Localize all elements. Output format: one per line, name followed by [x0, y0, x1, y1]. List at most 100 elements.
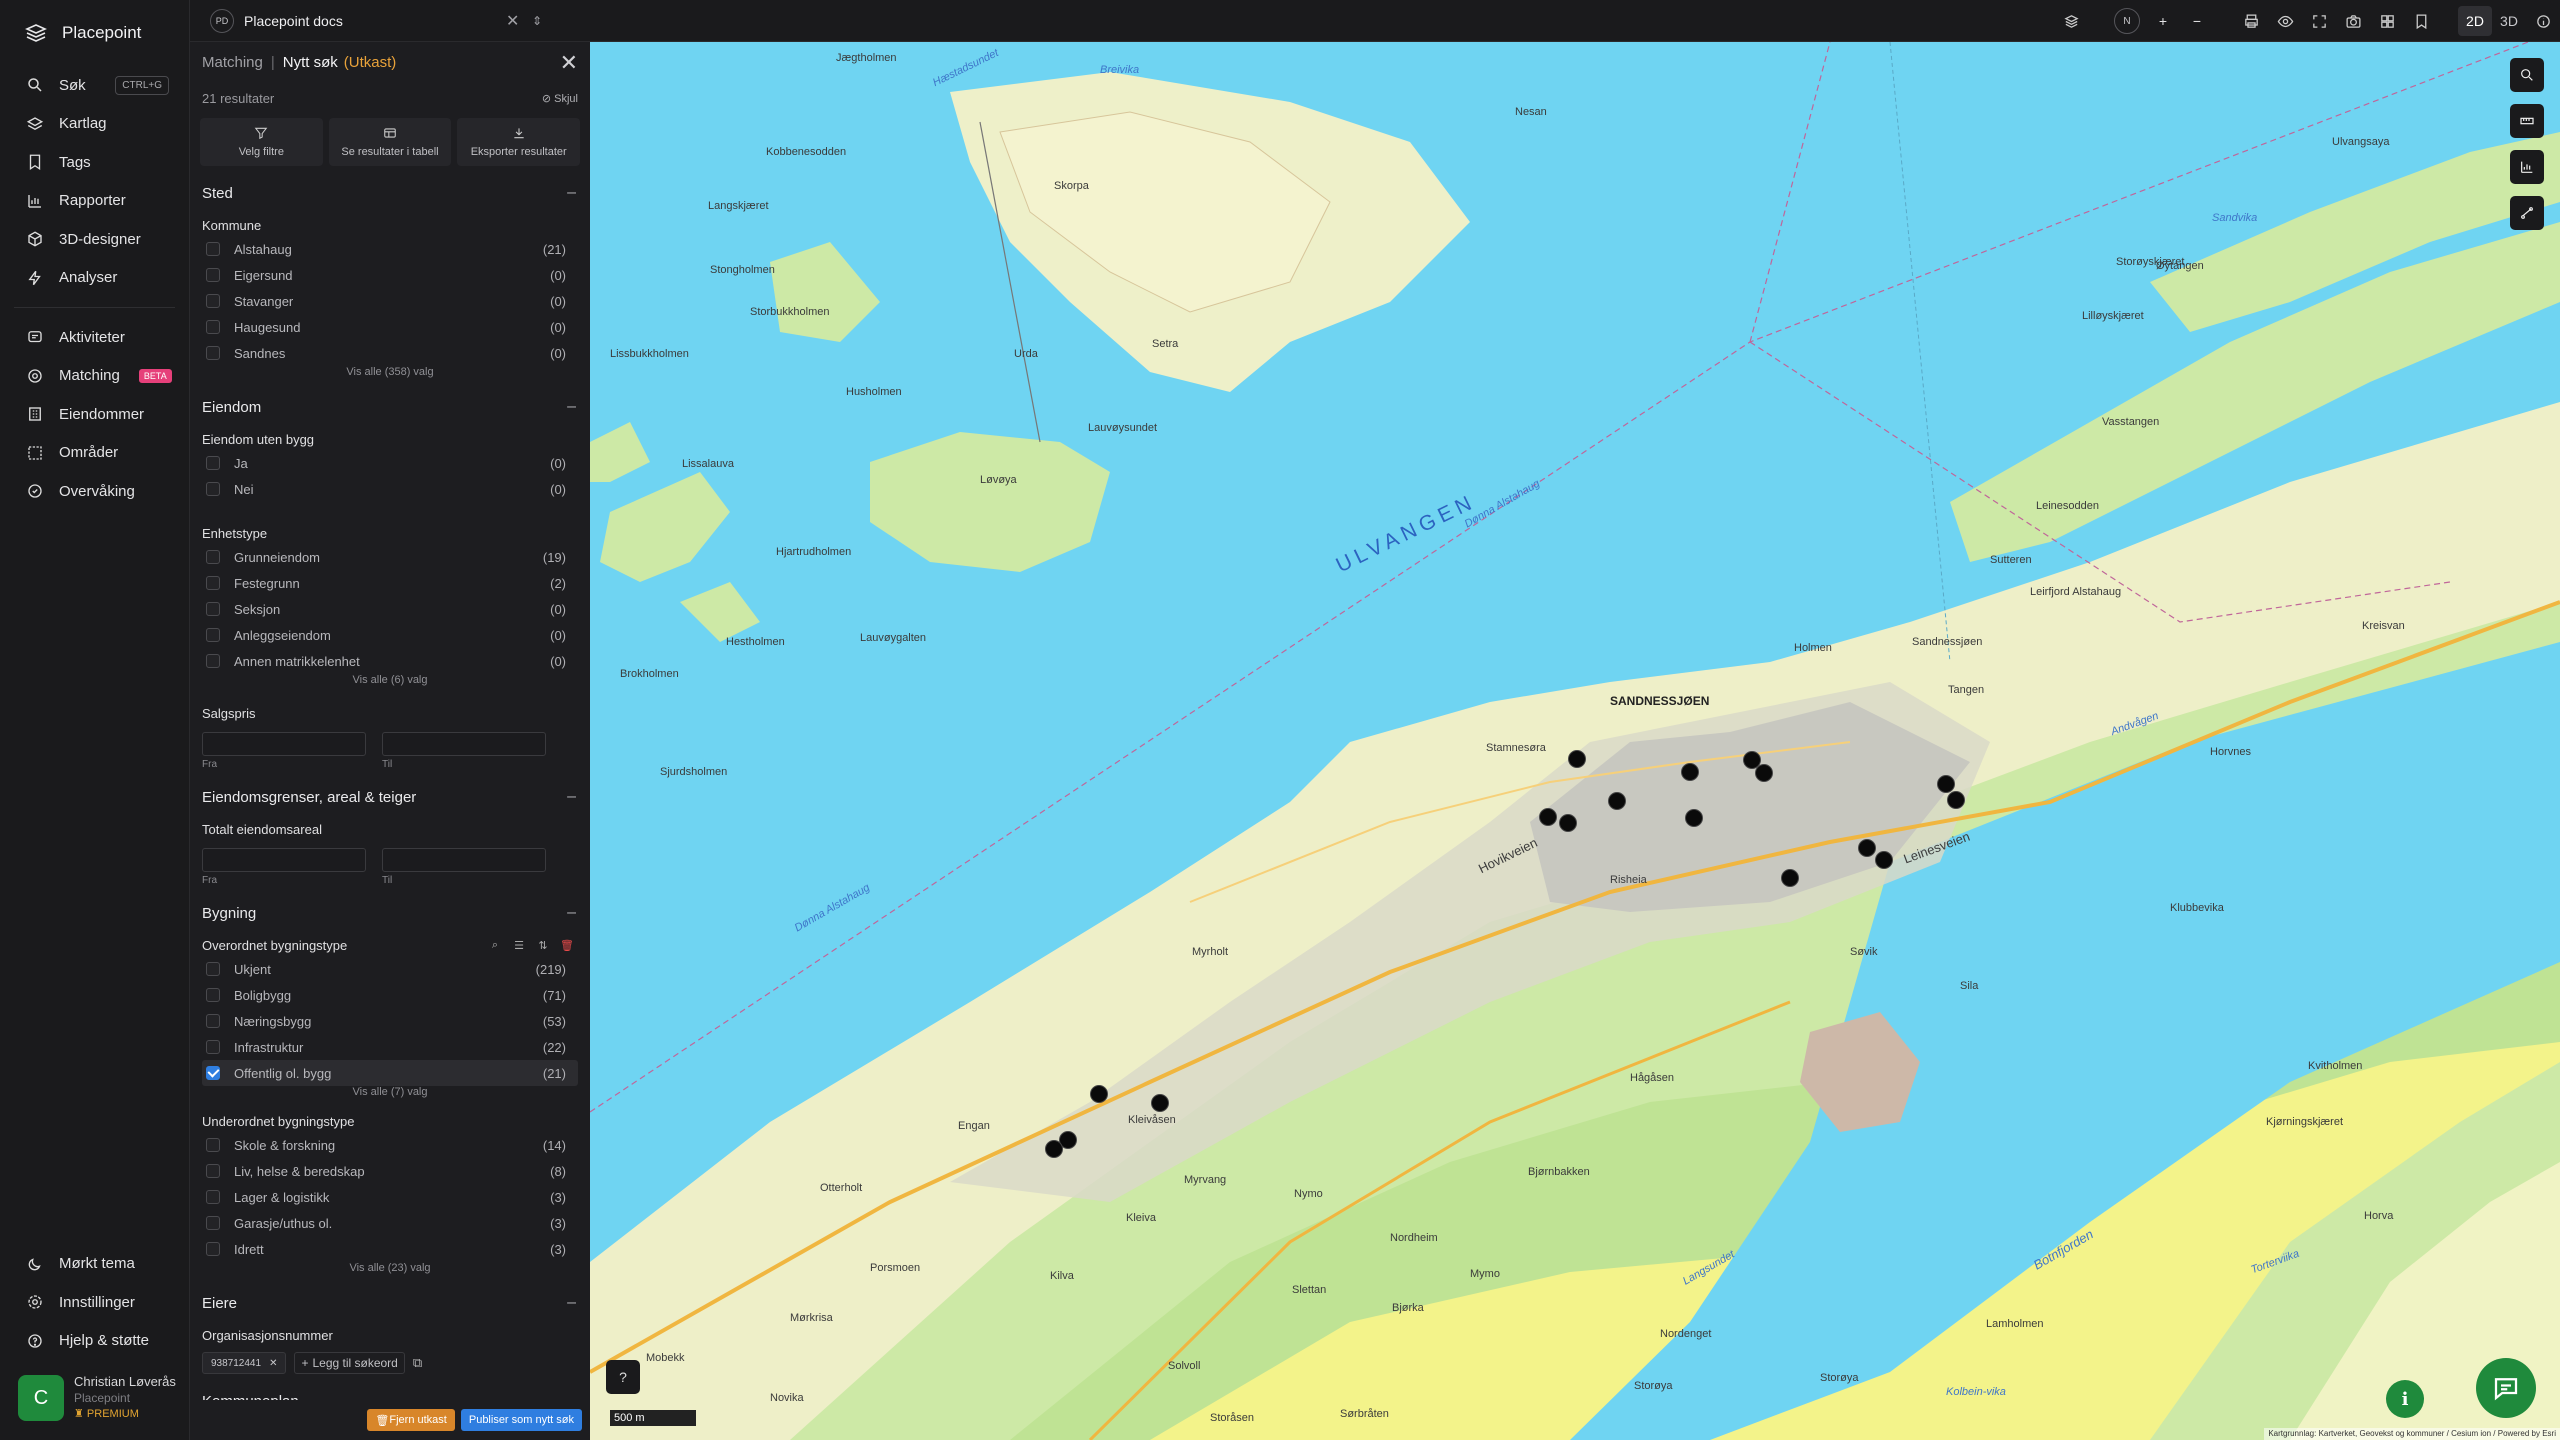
checkbox-checked[interactable]: [206, 1066, 220, 1080]
checkbox[interactable]: [206, 550, 220, 564]
camera-icon[interactable]: [2336, 6, 2370, 36]
checkbox[interactable]: [206, 602, 220, 616]
option-sandnes[interactable]: Sandnes (0): [202, 340, 578, 366]
nav-item-dark-theme[interactable]: Mørkt tema: [0, 1245, 190, 1284]
result-pin[interactable]: [1947, 791, 1965, 809]
search-icon[interactable]: ⌕: [484, 935, 506, 955]
collapse-icon[interactable]: –: [567, 788, 576, 806]
nav-item-aktiviteter[interactable]: Aktiviteter: [0, 318, 189, 357]
fullscreen-icon[interactable]: [2302, 6, 2336, 36]
checkbox[interactable]: [206, 1190, 220, 1204]
checkbox[interactable]: [206, 988, 220, 1002]
breadcrumb-matching[interactable]: Matching: [202, 54, 263, 71]
copy-icon[interactable]: ⧉: [413, 1355, 422, 1371]
result-pin[interactable]: [1568, 750, 1586, 768]
mode-3d-button[interactable]: 3D: [2492, 6, 2526, 36]
nav-item-rapporter[interactable]: Rapporter: [0, 182, 189, 221]
choose-filters-button[interactable]: Velg filtre: [200, 118, 323, 166]
sort-icon[interactable]: ⇅: [532, 935, 554, 955]
nav-item-overvaking[interactable]: Overvåking: [0, 472, 189, 511]
area-from-input[interactable]: [202, 848, 366, 872]
price-from-input[interactable]: [202, 732, 366, 756]
show-all-link[interactable]: Vis alle (7) valg: [202, 1084, 578, 1100]
nav-item-help[interactable]: Hjelp & støtte: [0, 1322, 190, 1361]
show-all-link[interactable]: Vis alle (358) valg: [202, 364, 578, 380]
chat-icon[interactable]: [2476, 1358, 2536, 1418]
section-header[interactable]: Eiere –: [202, 1290, 578, 1316]
result-pin[interactable]: [1875, 851, 1893, 869]
section-header[interactable]: Bygning –: [202, 900, 578, 926]
grid-icon[interactable]: [2370, 6, 2404, 36]
section-header[interactable]: Eiendom –: [202, 394, 578, 420]
option-grunneiendom[interactable]: Grunneiendom (19): [202, 544, 578, 570]
checkbox[interactable]: [206, 456, 220, 470]
section-header[interactable]: Eiendomsgrenser, areal & teiger –: [202, 784, 578, 810]
result-pin[interactable]: [1539, 808, 1557, 826]
checkbox[interactable]: [206, 294, 220, 308]
nav-item-tags[interactable]: Tags: [0, 143, 189, 182]
brand[interactable]: Placepoint: [0, 0, 189, 66]
result-pin[interactable]: [1608, 792, 1626, 810]
view-table-button[interactable]: Se resultater i tabell: [328, 118, 452, 166]
map-search-icon[interactable]: [2510, 58, 2544, 92]
hide-button[interactable]: ⊘ Skjul: [542, 92, 578, 105]
option-festegrunn[interactable]: Festegrunn (2): [202, 570, 578, 596]
result-pin[interactable]: [1045, 1140, 1063, 1158]
option-naeringsbygg[interactable]: Næringsbygg (53): [202, 1008, 578, 1034]
checkbox[interactable]: [206, 1216, 220, 1230]
checkbox[interactable]: [206, 1014, 220, 1028]
option-offentlig-bygg[interactable]: Offentlig ol. bygg (21): [202, 1060, 578, 1086]
mode-2d-button[interactable]: 2D: [2458, 6, 2492, 36]
nav-item-matching[interactable]: Matching BETA: [0, 357, 189, 396]
option-idrett[interactable]: Idrett (3): [202, 1236, 578, 1262]
result-pin[interactable]: [1755, 764, 1773, 782]
option-ukjent[interactable]: Ukjent (219): [202, 956, 578, 982]
checkbox[interactable]: [206, 242, 220, 256]
close-icon[interactable]: ✕: [269, 1358, 277, 1369]
nav-item-3d-designer[interactable]: 3D-designer: [0, 220, 189, 259]
result-pin[interactable]: [1559, 814, 1577, 832]
nav-item-eiendommer[interactable]: Eiendommer: [0, 395, 189, 434]
map-view[interactable]: ULVANGEN SANDNESSJØEN Jægtholmen Hæstads…: [590, 42, 2560, 1440]
print-icon[interactable]: [2234, 6, 2268, 36]
list-icon[interactable]: ☰: [508, 935, 530, 955]
checkbox[interactable]: [206, 1164, 220, 1178]
route-icon[interactable]: [2510, 196, 2544, 230]
publish-button[interactable]: Publiser som nytt søk: [460, 1409, 582, 1431]
collapse-icon[interactable]: –: [567, 1294, 576, 1312]
option-skole[interactable]: Skole & forskning (14): [202, 1132, 578, 1158]
result-pin[interactable]: [1090, 1085, 1108, 1103]
checkbox[interactable]: [206, 268, 220, 282]
close-icon[interactable]: ✕: [506, 11, 519, 31]
option-ja[interactable]: Ja (0): [202, 450, 578, 476]
option-liv-helse[interactable]: Liv, helse & beredskap (8): [202, 1158, 578, 1184]
info-circle-icon[interactable]: [2526, 6, 2560, 36]
eye-icon[interactable]: [2268, 6, 2302, 36]
checkbox[interactable]: [206, 654, 220, 668]
checkbox[interactable]: [206, 320, 220, 334]
collapse-icon[interactable]: –: [567, 398, 576, 416]
result-pin[interactable]: [1685, 809, 1703, 827]
show-all-link[interactable]: Vis alle (23) valg: [202, 1260, 578, 1276]
close-icon[interactable]: ✕: [560, 50, 578, 76]
result-pin[interactable]: [1681, 763, 1699, 781]
nav-item-analyser[interactable]: Analyser: [0, 259, 189, 298]
price-to-input[interactable]: [382, 732, 546, 756]
info-icon[interactable]: i: [2386, 1380, 2424, 1418]
option-alstahaug[interactable]: Alstahaug (21): [202, 236, 578, 262]
checkbox[interactable]: [206, 482, 220, 496]
chevron-updown-icon[interactable]: ⇕: [532, 14, 542, 28]
result-pin[interactable]: [1151, 1094, 1169, 1112]
nav-item-settings[interactable]: Innstillinger: [0, 1283, 190, 1322]
option-infrastruktur[interactable]: Infrastruktur (22): [202, 1034, 578, 1060]
checkbox[interactable]: [206, 628, 220, 642]
checkbox[interactable]: [206, 962, 220, 976]
checkbox[interactable]: [206, 1138, 220, 1152]
collapse-icon[interactable]: –: [567, 184, 576, 202]
layers-3d-icon[interactable]: [2054, 6, 2088, 36]
option-nei[interactable]: Nei (0): [202, 476, 578, 502]
map-help-icon[interactable]: ?: [606, 1360, 640, 1394]
nav-item-search[interactable]: Søk CTRL+G: [0, 66, 189, 105]
org-chip[interactable]: 938712441 ✕: [202, 1352, 287, 1374]
area-to-input[interactable]: [382, 848, 546, 872]
